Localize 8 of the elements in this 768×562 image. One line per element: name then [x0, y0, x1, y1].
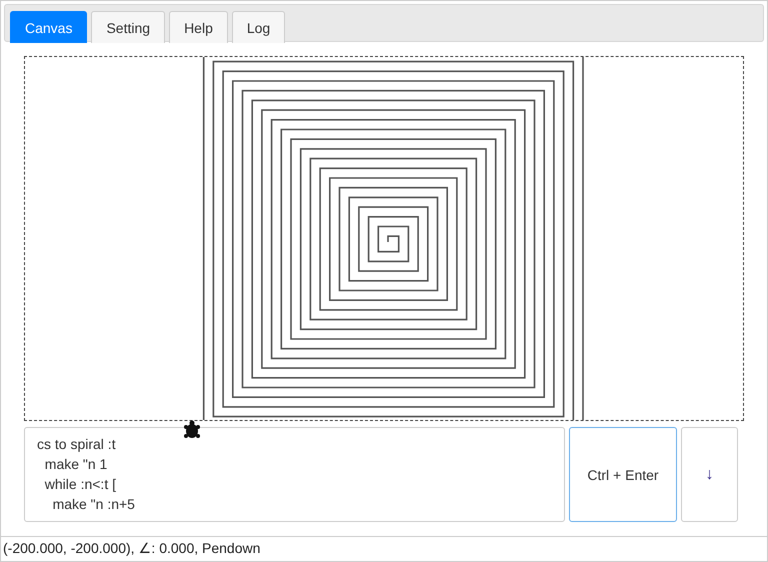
tab[interactable]: Log [232, 11, 286, 43]
tab[interactable]: Help [169, 11, 228, 43]
code-editor[interactable]: cs to spiral :t make "n 1 while :n<:t [ make "n :n+5 [24, 427, 565, 522]
tab[interactable]: Canvas [10, 11, 88, 43]
status-bar: (-200.000, -200.000), ∠: 0.000, Pendown [1, 536, 767, 561]
tab[interactable]: Setting [91, 11, 166, 43]
run-button[interactable]: Ctrl + Enter [569, 427, 677, 522]
down-button[interactable]: ↓ [681, 427, 738, 522]
